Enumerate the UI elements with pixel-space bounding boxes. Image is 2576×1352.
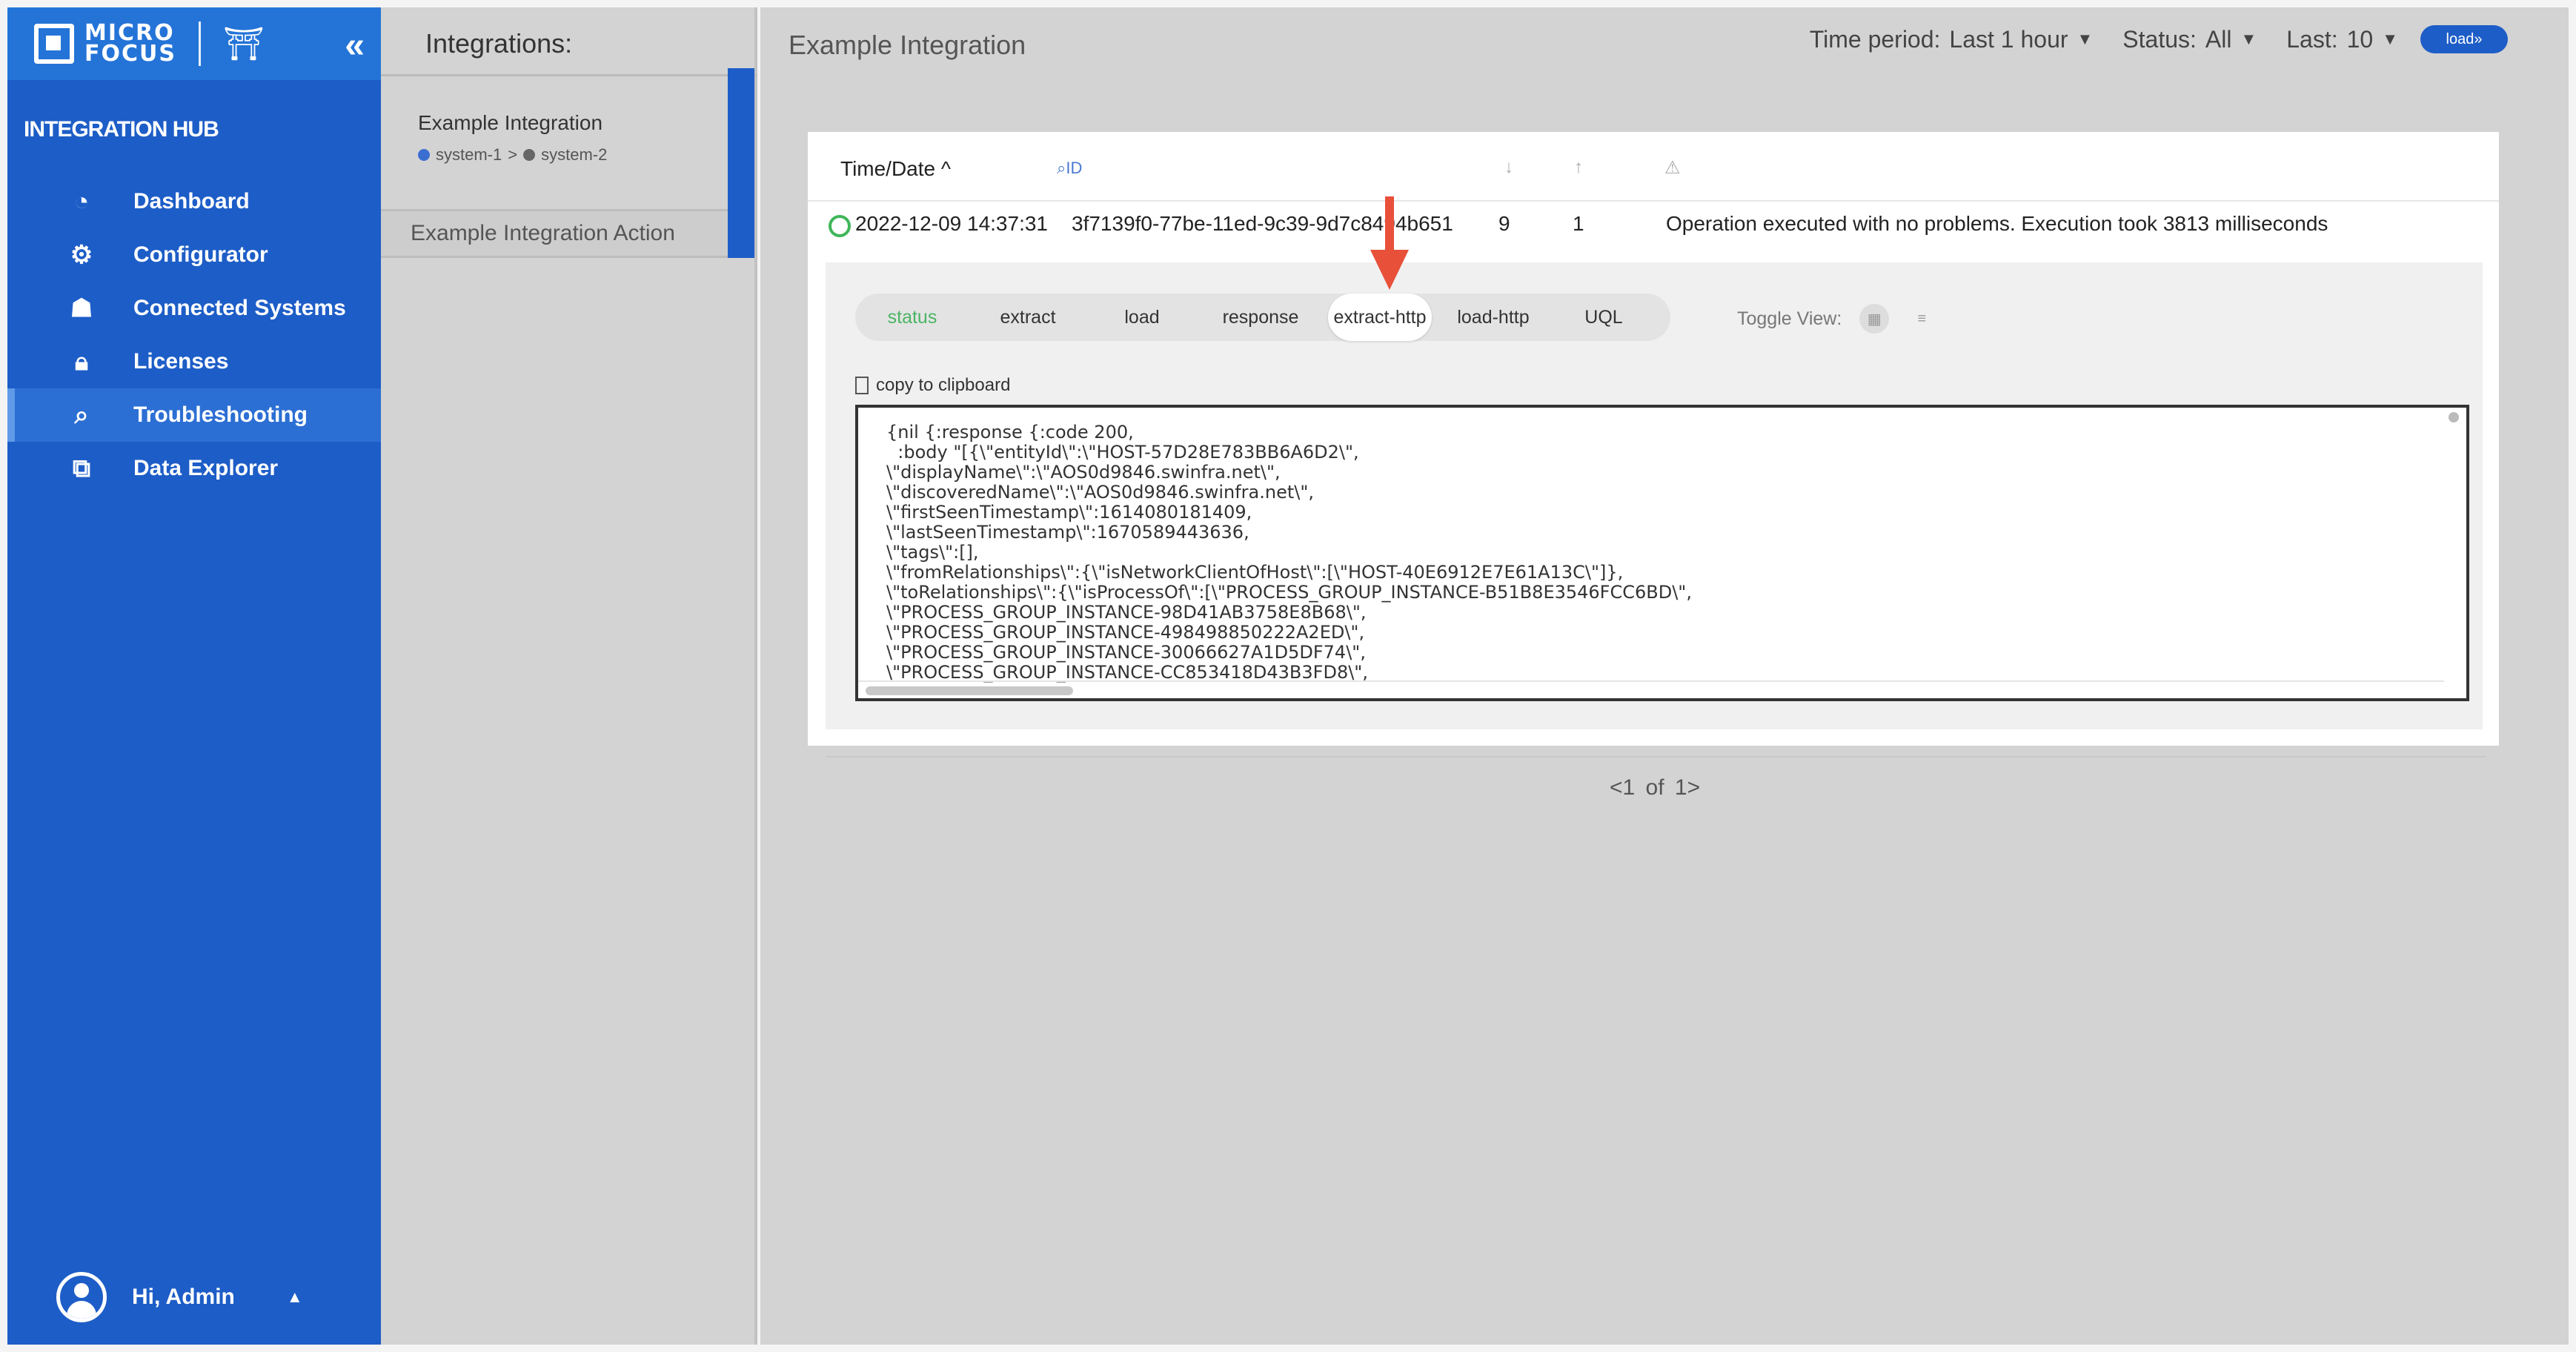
load-button[interactable]: load» xyxy=(2420,25,2508,53)
tab-load-http[interactable]: load-http xyxy=(1445,294,1541,341)
sidebar-item-label: Licenses xyxy=(133,349,229,374)
code-divider xyxy=(858,680,2444,682)
sidebar-item-licenses[interactable]: 🔒︎ Licenses xyxy=(7,335,381,388)
copy-icon xyxy=(855,377,869,394)
filters-bar: Time period: Last 1 hour ▼ Status: All ▼… xyxy=(1810,25,2508,53)
last-count-select[interactable]: 10 xyxy=(2347,26,2374,53)
sidebar-item-label: Data Explorer xyxy=(133,456,279,480)
time-period-select[interactable]: Last 1 hour xyxy=(1949,26,2068,53)
row-up-count: 1 xyxy=(1573,212,1584,235)
row-message: Operation executed with no problems. Exe… xyxy=(1666,212,2328,235)
detail-tabs: status extract load response extract-htt… xyxy=(855,294,1670,341)
sidebar-item-dashboard[interactable]: ◔ Dashboard xyxy=(7,175,381,228)
code-output[interactable]: {nil {:response {:code 200, :body "[{\"e… xyxy=(855,405,2469,701)
selected-indicator xyxy=(728,68,754,258)
sidebar-title: INTEGRATION HUB xyxy=(24,117,219,142)
table-row[interactable]: 2022-12-09 14:37:31 3f7139f0-77be-11ed-9… xyxy=(808,212,2499,242)
list-view-icon[interactable]: ≡ xyxy=(1907,304,1936,334)
avatar-icon xyxy=(56,1272,107,1322)
brand-logo-text: MICRO FOCUS xyxy=(84,22,176,67)
lock-icon: 🔒︎ xyxy=(74,347,89,376)
sidebar-item-troubleshooting[interactable]: ⌕ Troubleshooting xyxy=(7,388,388,442)
integration-name: Example Integration xyxy=(418,111,603,134)
sidebar-item-connected-systems[interactable]: ☗ Connected Systems xyxy=(7,282,381,335)
pager-divider xyxy=(826,756,2486,758)
id-header-label: ID xyxy=(1066,159,1083,177)
dashboard-icon: ◔ xyxy=(73,187,90,216)
row-detail-panel: status extract load response extract-htt… xyxy=(826,262,2483,729)
status-select[interactable]: All xyxy=(2205,26,2232,53)
grid-view-icon[interactable]: ▦ xyxy=(1859,304,1890,334)
tab-status[interactable]: status xyxy=(870,294,955,341)
main-content: Example Integration Time period: Last 1 … xyxy=(760,7,2569,1345)
row-time: 2022-12-09 14:37:31 xyxy=(855,212,1048,235)
caret-up-icon: ▲ xyxy=(286,1288,303,1306)
user-menu[interactable]: Hi, Admin ▲ xyxy=(56,1272,303,1322)
logo-line-2: FOCUS xyxy=(84,41,176,67)
tab-response[interactable]: response xyxy=(1211,294,1310,341)
status-label: Status: xyxy=(2122,25,2197,53)
sidebar-item-label: Configurator xyxy=(133,242,268,267)
source-system: system-1 xyxy=(436,145,502,164)
source-system-icon xyxy=(418,149,430,161)
brand-bar: MICRO FOCUS ⛩ « xyxy=(7,7,381,80)
arrow-down-icon[interactable]: ↓ xyxy=(1504,157,1513,178)
pagination[interactable]: <1 of 1> xyxy=(1610,775,1700,801)
last-label: Last: xyxy=(2286,25,2338,53)
tab-extract[interactable]: extract xyxy=(986,294,1070,341)
micro-focus-logo-icon xyxy=(34,24,74,64)
collapse-sidebar-icon[interactable]: « xyxy=(345,25,365,66)
chevron-down-icon[interactable]: ▼ xyxy=(2240,30,2257,49)
sidebar: MICRO FOCUS ⛩ « INTEGRATION HUB ◔ Dashbo… xyxy=(7,7,388,1345)
search-icon: ⌕ xyxy=(74,400,89,429)
annotation-arrow-icon xyxy=(1370,196,1409,290)
sidebar-item-configurator[interactable]: ⚙ Configurator xyxy=(7,228,381,282)
arrow-up-icon[interactable]: ↑ xyxy=(1574,157,1583,178)
results-card: Time/Date ^ ⌕ID ↓ ↑ ⚠ 2022-12-09 14:37:3… xyxy=(808,132,2499,746)
chevron-down-icon[interactable]: ▼ xyxy=(2077,30,2094,49)
vertical-scrollbar[interactable] xyxy=(2449,412,2459,422)
target-system: system-2 xyxy=(541,145,608,164)
brand-separator xyxy=(198,21,201,66)
data-explorer-icon: ⧉ xyxy=(72,454,91,483)
gear-icon: ⚙ xyxy=(70,241,93,269)
status-ok-icon xyxy=(829,215,851,237)
copy-to-clipboard-button[interactable]: copy to clipboard xyxy=(855,375,1010,396)
integration-path: system-1 > system-2 xyxy=(418,145,607,165)
sidebar-item-label: Connected Systems xyxy=(133,296,346,320)
integration-action-item[interactable]: Example Integration Action xyxy=(381,209,728,258)
network-icon: ☗ xyxy=(70,294,93,322)
path-separator: > xyxy=(508,145,518,164)
search-icon: ⌕ xyxy=(1057,159,1066,177)
toggle-view: Toggle View: ▦ ≡ xyxy=(1737,304,1936,334)
sidebar-item-label: Dashboard xyxy=(133,189,250,213)
code-text: {nil {:response {:code 200, :body "[{\"e… xyxy=(886,422,1692,683)
id-search-header[interactable]: ⌕ID xyxy=(1057,159,1082,178)
sidebar-item-data-explorer[interactable]: ⧉ Data Explorer xyxy=(7,442,381,495)
user-greeting: Hi, Admin xyxy=(132,1285,235,1309)
time-date-header[interactable]: Time/Date ^ xyxy=(840,157,951,181)
target-system-icon xyxy=(523,149,536,161)
integration-hub-icon: ⛩ xyxy=(222,26,265,62)
table-header: Time/Date ^ ⌕ID ↓ ↑ ⚠ xyxy=(808,132,2499,202)
copy-label: copy to clipboard xyxy=(876,375,1011,395)
tab-extract-http[interactable]: extract-http xyxy=(1328,294,1432,341)
horizontal-scrollbar[interactable] xyxy=(866,686,1073,695)
page-title: Example Integration xyxy=(789,30,1026,60)
sidebar-item-label: Troubleshooting xyxy=(133,402,308,427)
row-down-count: 9 xyxy=(1498,212,1510,235)
warning-icon[interactable]: ⚠ xyxy=(1664,157,1681,179)
chevron-down-icon[interactable]: ▼ xyxy=(2382,30,2398,49)
time-period-label: Time period: xyxy=(1809,25,1941,53)
toggle-view-label: Toggle View: xyxy=(1737,308,1842,329)
app-window: MICRO FOCUS ⛩ « INTEGRATION HUB ◔ Dashbo… xyxy=(0,0,2576,1352)
tab-uql[interactable]: UQL xyxy=(1567,294,1641,341)
integration-item[interactable]: Example Integration system-1 > system-2 xyxy=(381,68,757,258)
tab-load[interactable]: load xyxy=(1100,294,1184,341)
integrations-title: Integrations: xyxy=(425,28,573,59)
integrations-panel: Integrations: Example Integration system… xyxy=(381,7,757,1345)
